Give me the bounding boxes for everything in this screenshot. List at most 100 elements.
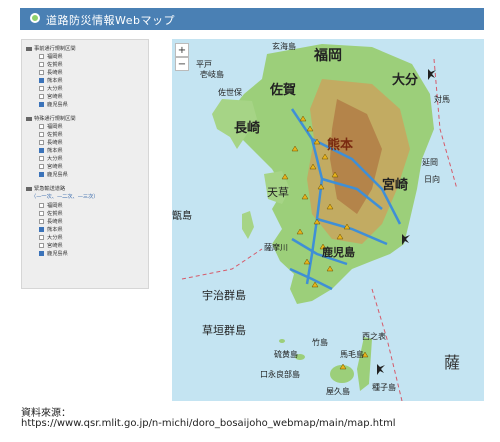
checkbox[interactable] [39, 156, 44, 161]
layer-item[interactable]: 大分県 [39, 85, 63, 92]
item-label: 鹿児島県 [47, 172, 68, 178]
checkbox[interactable] [39, 219, 44, 224]
map-label-mageshima: 馬毛島 [340, 350, 364, 359]
layer-item[interactable]: 熊本県 [39, 77, 63, 84]
checkbox[interactable] [39, 124, 44, 129]
map-label-uji: 宇治群島 [202, 289, 246, 302]
zoom-out-button[interactable]: − [175, 57, 189, 71]
map-label-kumamoto: 熊本 [327, 138, 354, 153]
checkbox[interactable] [39, 251, 44, 256]
group-label: 事前通行規制区間 [34, 46, 76, 52]
layer-item[interactable]: 佐賀県 [39, 61, 63, 68]
layer-item[interactable]: 福岡県 [39, 123, 63, 130]
checkbox[interactable] [39, 211, 44, 216]
checkbox[interactable] [39, 243, 44, 248]
map-label-sasebo: 佐世保 [218, 88, 242, 97]
item-label: 佐賀県 [47, 211, 63, 217]
layer-item[interactable]: 長崎県 [39, 139, 63, 146]
map-label-yakushima: 屋久島 [326, 387, 350, 396]
item-label: 熊本県 [47, 227, 63, 233]
folder-icon [26, 186, 32, 191]
layer-group-advance-regulation[interactable]: 事前通行規制区間 [26, 45, 76, 52]
map-label-amakusa: 天草 [267, 186, 289, 199]
item-label: 長崎県 [47, 140, 63, 146]
item-label: 大分県 [47, 235, 63, 241]
layer-item[interactable]: 長崎県 [39, 69, 63, 76]
map-view[interactable]: + − 福岡 佐賀 大分 長崎 熊本 宮崎 鹿児島 天草 延岡 日向 甑島 宇治… [172, 39, 484, 401]
map-label-satsuma-sea: 薩 [444, 353, 461, 372]
map-label-koshiki: 甑島 [172, 211, 192, 222]
item-label: 福岡県 [47, 54, 63, 60]
item-label: 大分県 [47, 156, 63, 162]
app-logo-icon [30, 13, 40, 23]
checkbox[interactable] [39, 78, 44, 83]
checkbox[interactable] [39, 132, 44, 137]
layer-item[interactable]: 鹿児島県 [39, 171, 68, 178]
checkbox[interactable] [39, 102, 44, 107]
layer-item[interactable]: 宮崎県 [39, 93, 63, 100]
layer-item[interactable]: 宮崎県 [39, 163, 63, 170]
checkbox[interactable] [39, 235, 44, 240]
iojima-island [279, 339, 285, 343]
checkbox[interactable] [39, 70, 44, 75]
item-label: 宮崎県 [47, 243, 63, 249]
checkbox[interactable] [39, 164, 44, 169]
app-title: 道路防災情報Webマップ [46, 14, 175, 27]
map-label-kagoshima: 鹿児島 [322, 246, 355, 259]
item-label: 鹿児島県 [47, 251, 68, 257]
layer-item[interactable]: 佐賀県 [39, 210, 63, 217]
layer-group-emergency-road[interactable]: 緊急輸送道路 [26, 185, 65, 192]
map-label-ikishima: 壱岐島 [200, 70, 224, 79]
map-label-oita: 大分 [392, 73, 419, 88]
item-label: 佐賀県 [47, 132, 63, 138]
group-label: 特殊通行規制区間 [34, 116, 76, 122]
item-label: 佐賀県 [47, 62, 63, 68]
map-label-kuchinoerabu: 口永良部島 [260, 370, 300, 379]
layer-group-special-regulation[interactable]: 特殊通行規制区間 [26, 115, 76, 122]
group-label: 緊急輸送道路 [34, 186, 66, 192]
checkbox[interactable] [39, 86, 44, 91]
layer-item[interactable]: 福岡県 [39, 202, 63, 209]
layer-item[interactable]: 長崎県 [39, 218, 63, 225]
map-label-hyuga: 日向 [424, 175, 440, 184]
layer-item[interactable]: 鹿児島県 [39, 101, 68, 108]
checkbox[interactable] [39, 54, 44, 59]
layer-panel: 事前通行規制区間 福岡県 佐賀県 長崎県 熊本県 大分県 宮崎県 鹿児島県 特殊… [21, 39, 149, 289]
map-label-iojima: 硫黄島 [274, 350, 298, 359]
layer-item[interactable]: 大分県 [39, 234, 63, 241]
checkbox[interactable] [39, 94, 44, 99]
layer-item[interactable]: 福岡県 [39, 53, 63, 60]
checkbox[interactable] [39, 148, 44, 153]
item-label: 熊本県 [47, 148, 63, 154]
layer-item[interactable]: 熊本県 [39, 147, 63, 154]
checkbox[interactable] [39, 62, 44, 67]
map-label-kusagaki: 草垣群島 [202, 324, 246, 337]
map-label-fukuoka: 福岡 [314, 48, 342, 64]
layer-item[interactable]: 熊本県 [39, 226, 63, 233]
folder-icon [26, 46, 32, 51]
layer-item[interactable]: 大分県 [39, 155, 63, 162]
checkbox[interactable] [39, 172, 44, 177]
map-label-tsushima: 対馬 [434, 95, 450, 104]
checkbox[interactable] [39, 140, 44, 145]
road-class-legend: （—一次、—二次、—三次） [31, 194, 99, 200]
app-header: 道路防災情報Webマップ [20, 8, 484, 30]
zoom-in-button[interactable]: + [175, 43, 189, 57]
item-label: 宮崎県 [47, 164, 63, 170]
item-label: 福岡県 [47, 203, 63, 209]
layer-item[interactable]: 宮崎県 [39, 242, 63, 249]
item-label: 熊本県 [47, 78, 63, 84]
item-label: 長崎県 [47, 219, 63, 225]
item-label: 鹿児島県 [47, 102, 68, 108]
source-title: 資料來源： [21, 408, 71, 419]
source-url[interactable]: https://www.qsr.mlit.go.jp/n-michi/doro_… [21, 418, 396, 429]
layer-item[interactable]: 佐賀県 [39, 131, 63, 138]
map-label-nishinoomote: 西之表 [362, 332, 386, 341]
checkbox[interactable] [39, 203, 44, 208]
map-label-miyazaki: 宮崎 [382, 178, 409, 193]
item-label: 福岡県 [47, 124, 63, 130]
map-label-genkaijima: 玄海島 [272, 42, 296, 51]
item-label: 長崎県 [47, 70, 63, 76]
checkbox[interactable] [39, 227, 44, 232]
layer-item[interactable]: 鹿児島県 [39, 250, 68, 257]
